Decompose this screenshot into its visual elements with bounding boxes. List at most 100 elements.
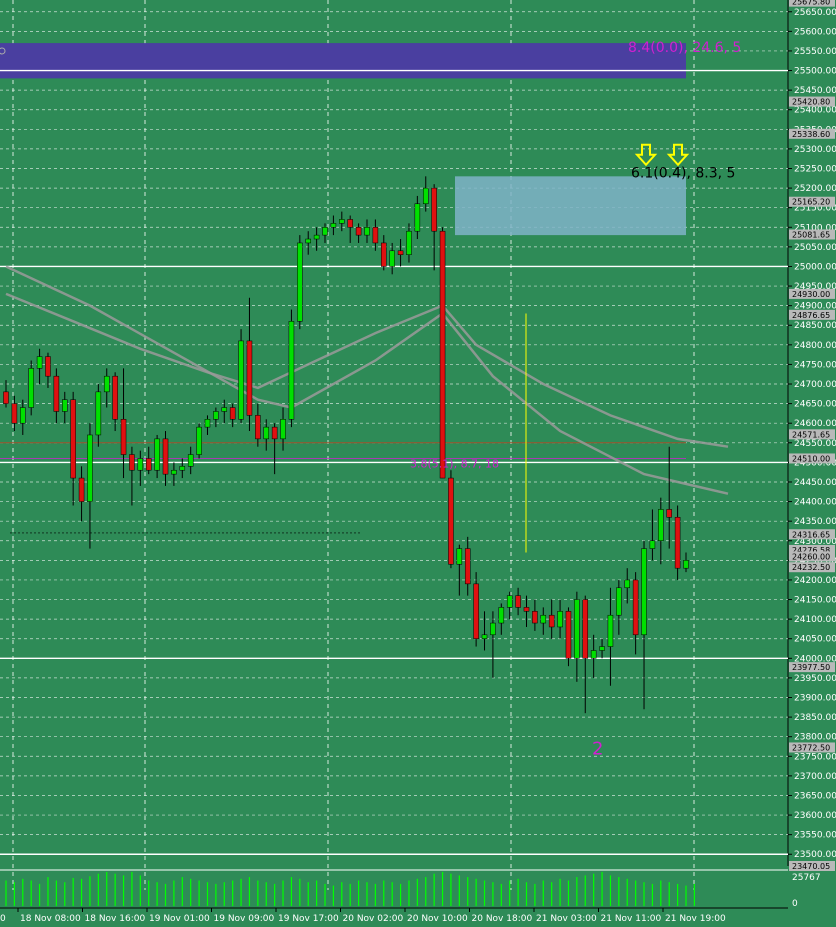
candle-body <box>36 356 43 369</box>
price-label: 24510.00 <box>792 454 830 463</box>
candle-body <box>422 187 429 205</box>
candle-body <box>498 607 505 624</box>
price-tick-label: 23900.00 <box>794 694 836 704</box>
candle-body <box>666 509 672 518</box>
price-tick-label: 24600.00 <box>794 419 836 429</box>
time-label: 19 Nov 17:00 <box>278 914 339 924</box>
candle-body <box>506 595 513 608</box>
price-tick-label: 23550.00 <box>794 831 836 841</box>
demand-zone <box>455 176 686 236</box>
candle-body <box>305 238 311 244</box>
candle-body <box>255 415 261 440</box>
time-label: 21 Nov 11:00 <box>601 914 662 924</box>
candle-body <box>297 242 303 322</box>
candle-body <box>481 634 488 639</box>
candle-body <box>532 611 538 624</box>
candle-body <box>78 477 85 502</box>
time-label: 0 <box>0 914 6 924</box>
candle-body <box>28 368 34 408</box>
price-label: 24260.00 <box>792 552 830 561</box>
time-label: 18 Nov 16:00 <box>85 914 146 924</box>
candle-body <box>372 227 379 244</box>
candle-body <box>397 250 404 255</box>
candle-body <box>313 234 320 240</box>
price-label: 23977.50 <box>792 663 830 672</box>
candle-body <box>557 611 563 628</box>
time-label: 18 Nov 08:00 <box>20 914 81 924</box>
price-tick-label: 24650.00 <box>794 400 836 410</box>
price-tick-label: 25650.00 <box>794 8 836 18</box>
volume-max-label: 25767 <box>792 873 821 883</box>
time-label: 19 Nov 09:00 <box>214 914 275 924</box>
price-tick-label: 23850.00 <box>794 713 836 723</box>
candle-body <box>632 579 639 636</box>
candle-body <box>45 356 51 377</box>
price-tick-label: 25600.00 <box>794 27 836 37</box>
price-label: 25338.60 <box>792 130 830 139</box>
annotation-text: 6.1(0.4), 8.3, 5 <box>631 165 735 181</box>
time-label: 19 Nov 01:00 <box>149 914 210 924</box>
candle-body <box>322 227 328 236</box>
candle-body <box>599 646 605 651</box>
candle-body <box>112 375 118 420</box>
candle-body <box>20 407 26 424</box>
candle-body <box>616 587 622 616</box>
price-label: 25081.65 <box>792 230 830 239</box>
price-tick-label: 25250.00 <box>794 164 836 174</box>
candle-body <box>145 458 152 471</box>
candle-body <box>53 375 60 412</box>
candle-body <box>389 250 395 267</box>
candle-body <box>473 583 479 639</box>
volume-min-label: 0 <box>792 899 798 909</box>
time-label: 20 Nov 02:00 <box>343 914 404 924</box>
price-tick-label: 25200.00 <box>794 184 836 194</box>
candle-body <box>456 548 463 565</box>
candle-body <box>238 340 244 420</box>
candle-body <box>11 403 18 424</box>
candle-body <box>414 203 421 232</box>
price-tick-label: 23750.00 <box>794 752 836 762</box>
price-tick-label: 24150.00 <box>794 596 836 606</box>
price-tick-label: 25550.00 <box>794 47 836 57</box>
candle-body <box>330 223 337 228</box>
price-tick-label: 24350.00 <box>794 517 836 527</box>
price-tick-label: 25300.00 <box>794 145 836 155</box>
price-tick-label: 23950.00 <box>794 674 836 684</box>
candle-body <box>590 650 597 659</box>
candle-body <box>196 426 202 455</box>
candle-body <box>280 419 286 440</box>
candle-body <box>381 242 387 267</box>
price-label: 24930.00 <box>792 290 830 299</box>
price-tick-label: 24050.00 <box>794 635 836 645</box>
candle-body <box>431 187 437 232</box>
candle-body <box>607 614 614 647</box>
price-label: 23470.05 <box>792 862 830 871</box>
candle-body <box>406 230 412 255</box>
candle-body <box>649 540 656 549</box>
price-tick-label: 23700.00 <box>794 772 836 782</box>
candle-body <box>624 579 631 589</box>
moving-average-line <box>5 292 729 448</box>
candle-body <box>204 419 211 428</box>
candle-body <box>288 321 295 420</box>
candle-body <box>565 611 572 659</box>
candle-body <box>355 227 362 236</box>
price-tick-label: 24750.00 <box>794 360 836 370</box>
candle-body <box>120 419 127 455</box>
price-tick-label: 23800.00 <box>794 733 836 743</box>
price-tick-label: 24550.00 <box>794 439 836 449</box>
candle-body <box>61 399 68 412</box>
candle-body <box>658 509 664 542</box>
price-chart[interactable]: 25650.00 25600.00 25550.00 25500.00 25450.00… <box>0 0 836 927</box>
price-tick-label: 23500.00 <box>794 850 836 860</box>
candle-body <box>548 614 555 628</box>
time-label: 20 Nov 18:00 <box>472 914 533 924</box>
candle-body <box>574 599 580 659</box>
time-label: 20 Nov 10:00 <box>407 914 468 924</box>
candle-body <box>540 614 547 624</box>
price-label: 25165.20 <box>792 198 830 207</box>
time-label: 21 Nov 19:00 <box>665 914 726 924</box>
price-label: 24232.50 <box>792 563 830 572</box>
price-tick-label: 25400.00 <box>794 106 836 116</box>
candle-body <box>154 438 160 471</box>
